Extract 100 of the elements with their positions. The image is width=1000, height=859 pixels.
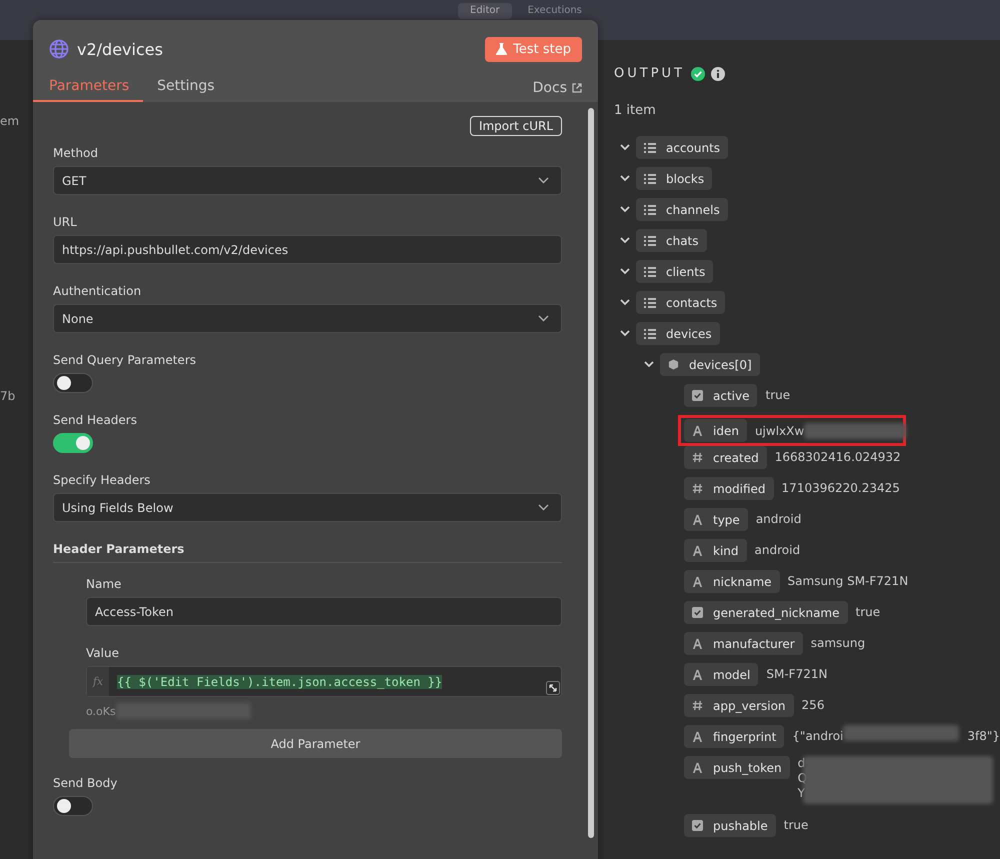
item-count: 1 item [614, 103, 657, 118]
key-label: nickname [713, 574, 772, 588]
docs-link[interactable]: Docs [532, 80, 582, 102]
expression-field[interactable]: fx {{ $('Edit Fields').item.json.access_token }} [86, 666, 562, 697]
field-label: Name [86, 577, 122, 591]
chevron-icon[interactable] [620, 142, 630, 152]
fx-label: fx [87, 667, 109, 696]
key-label: iden [713, 424, 739, 438]
checkbox-icon [692, 820, 703, 831]
input-field[interactable]: Access-Token [86, 597, 562, 626]
import-curl-button[interactable]: Import cURL [470, 116, 562, 136]
panel-tab[interactable]: Settings [143, 78, 229, 102]
value-text: SM-F721N [766, 666, 828, 683]
dropdown[interactable]: Using Fields Below [53, 493, 562, 522]
cut-text: 7b [0, 389, 16, 403]
check-circle-icon [690, 66, 705, 80]
toggle-switch[interactable] [53, 433, 93, 453]
value-text: Samsung SM-F721N [788, 573, 908, 590]
toggle-switch[interactable] [53, 796, 93, 816]
chevron-icon[interactable] [620, 328, 630, 338]
chevron-down-icon [538, 315, 549, 322]
chevron-down-icon [538, 177, 549, 184]
input-field[interactable]: https://api.pushbullet.com/v2/devices [53, 235, 562, 264]
key-label: devices[0] [689, 358, 752, 372]
checkbox-icon [692, 607, 703, 618]
section-label: Header Parameters [53, 542, 562, 563]
dropdown[interactable]: None [53, 304, 562, 333]
hash-icon [692, 452, 703, 463]
field-label: Specify Headers [53, 473, 152, 487]
hash-icon [692, 483, 703, 494]
globe-icon [49, 39, 69, 59]
list-icon [644, 204, 656, 214]
value-text: samsung [810, 635, 866, 652]
chevron-icon[interactable] [620, 204, 630, 214]
resolved-value-text: o.oKs [86, 704, 116, 718]
value-text: android [754, 542, 800, 559]
key-label: created [713, 450, 759, 464]
chevron-down-icon [538, 504, 549, 511]
key-label: channels [666, 202, 720, 216]
list-icon [644, 174, 656, 184]
letter-a-icon [692, 638, 703, 649]
value-text: ujwlxXw [754, 424, 804, 438]
value-text: android [756, 511, 802, 528]
list-icon [644, 142, 656, 152]
key-label: contacts [666, 296, 718, 310]
chevron-icon[interactable] [620, 173, 630, 183]
list-icon [644, 236, 656, 246]
value-text: 3f8"} [967, 728, 1000, 745]
key-label: pushable [713, 818, 768, 832]
key-label: active [713, 388, 750, 402]
field-label: URL [53, 215, 78, 229]
toggle-switch[interactable] [53, 373, 93, 393]
field-label: Send Headers [53, 413, 138, 427]
letter-a-icon [692, 514, 703, 525]
value-text: 256 [802, 697, 824, 714]
key-label: modified [713, 482, 766, 496]
field-label: Authentication [53, 284, 142, 298]
test-step-button[interactable]: Test step [485, 36, 582, 62]
key-label: kind [713, 544, 739, 558]
key-label: devices [666, 326, 712, 340]
value-text: d [798, 756, 806, 771]
field-label: Send Body [53, 776, 118, 790]
panel-tab[interactable]: Parameters [33, 78, 144, 102]
cube-icon [668, 359, 679, 370]
scrollbar[interactable] [588, 108, 594, 838]
dropdown[interactable]: GET [53, 166, 562, 195]
key-label: accounts [666, 140, 720, 154]
value-text: true [784, 817, 808, 834]
chevron-icon[interactable] [644, 359, 654, 369]
letter-a-icon [692, 731, 703, 742]
letter-a-icon [692, 545, 703, 556]
chevron-icon[interactable] [620, 266, 630, 276]
value-text: true [856, 604, 880, 621]
key-label: chats [666, 234, 699, 248]
view-tab[interactable]: Executions [516, 3, 594, 19]
value-text: 1710396220.23425 [782, 480, 900, 497]
value-text: true [765, 387, 790, 404]
key-label: generated_nickname [713, 606, 840, 620]
cut-text: em [0, 114, 20, 128]
add-parameter-button[interactable]: Add Parameter [69, 729, 562, 758]
expand-icon[interactable] [546, 681, 560, 695]
list-icon [644, 266, 656, 276]
node-title: v2/devices [77, 40, 164, 58]
letter-a-icon [692, 576, 703, 587]
key-label: model [713, 668, 750, 682]
list-icon [644, 328, 656, 338]
expression-text: {{ $('Edit Fields').item.json.access_token }} [117, 674, 442, 688]
field-label: Method [53, 146, 100, 160]
letter-a-icon [692, 425, 703, 436]
field-label: Send Query Parameters [53, 353, 198, 367]
view-tab[interactable]: Editor [458, 3, 512, 19]
checkbox-icon [692, 390, 703, 401]
external-link-icon [572, 83, 582, 93]
info-icon [710, 66, 725, 80]
key-label: blocks [666, 172, 704, 186]
chevron-icon[interactable] [620, 297, 630, 307]
flask-icon [496, 43, 508, 55]
chevron-icon[interactable] [620, 235, 630, 245]
key-label: type [713, 512, 740, 526]
key-label: app_version [713, 698, 786, 712]
